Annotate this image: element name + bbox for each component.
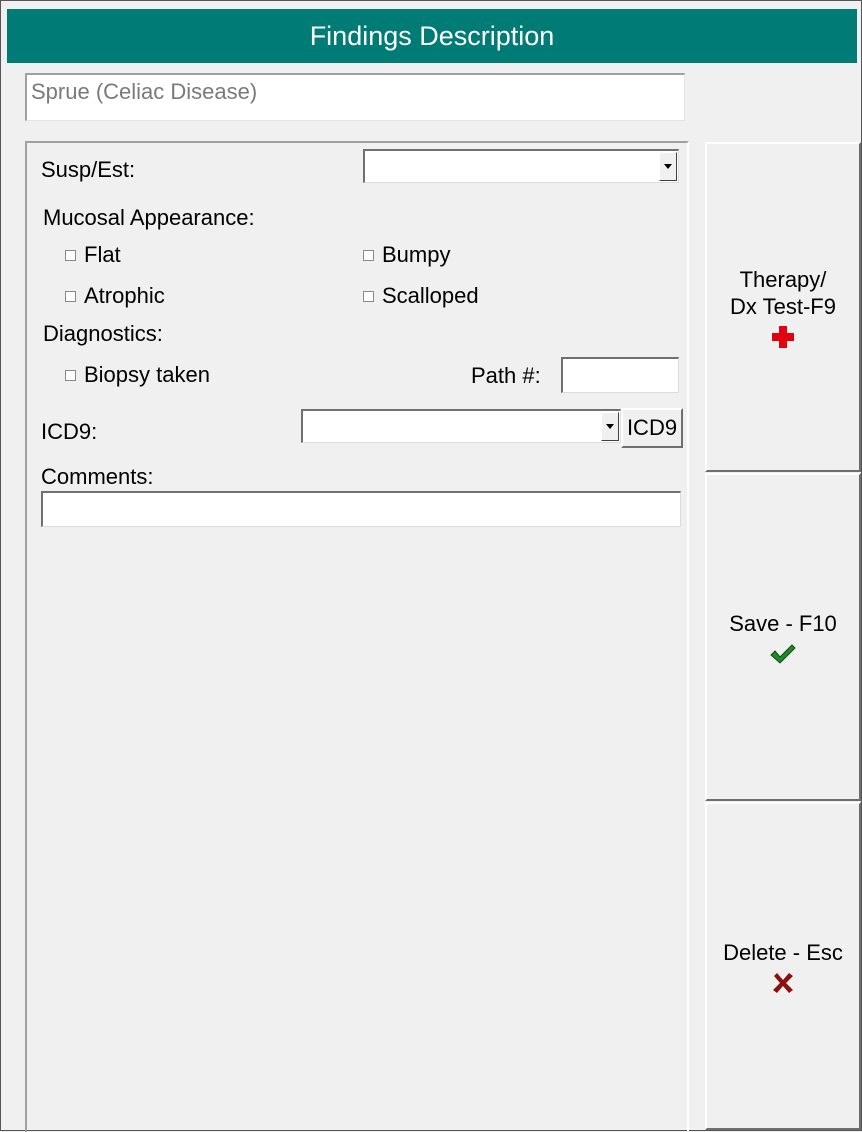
comments-label: Comments: [41,464,154,489]
flat-checkbox[interactable]: Flat [65,242,121,268]
checkbox-box[interactable] [363,290,374,302]
atrophic-checkbox[interactable]: Atrophic [65,283,165,309]
path-number-input[interactable] [561,357,679,393]
checkbox-box[interactable] [65,249,76,261]
delete-button[interactable]: Delete - Esc [705,802,861,1130]
biopsy-taken-label: Biopsy taken [84,362,210,387]
findings-form-panel: Susp/Est: Mucosal Appearance: Flat Bumpy… [25,141,689,1132]
comments-input[interactable] [41,491,681,527]
diagnosis-field[interactable]: Sprue (Celiac Disease) [25,73,685,121]
atrophic-label: Atrophic [84,283,165,308]
susp-est-label: Susp/Est: [41,157,136,182]
delete-label: Delete - Esc [723,939,843,965]
icd9-label: ICD9: [41,419,98,444]
scalloped-label: Scalloped [382,283,479,308]
scalloped-checkbox[interactable]: Scalloped [363,283,479,309]
susp-est-dropdown-button[interactable] [659,152,677,181]
biopsy-taken-checkbox[interactable]: Biopsy taken [65,362,210,388]
chevron-down-icon [606,424,614,429]
icd9-dropdown-button[interactable] [601,412,619,441]
icd9-dropdown[interactable] [301,409,621,443]
red-cross-icon [771,326,795,348]
path-number-label: Path #: [471,363,541,388]
save-label: Save - F10 [729,610,837,636]
icd9-lookup-label: ICD9 [626,415,678,440]
checkbox-box[interactable] [65,290,76,302]
bumpy-checkbox[interactable]: Bumpy [363,242,450,268]
chevron-down-icon [664,164,672,169]
therapy-label-line2: Dx Test-F9 [730,294,836,319]
bumpy-label: Bumpy [382,242,451,267]
window-title: Findings Description [7,9,857,63]
flat-label: Flat [84,242,121,267]
checkbox-box[interactable] [363,249,374,261]
therapy-dx-test-button[interactable]: Therapy/ Dx Test-F9 [705,142,861,472]
findings-window: Findings Description Sprue (Celiac Disea… [0,0,862,1132]
save-button[interactable]: Save - F10 [705,473,861,801]
diagnostics-label: Diagnostics: [43,321,163,346]
susp-est-dropdown[interactable] [363,149,679,183]
mucosal-appearance-label: Mucosal Appearance: [43,205,255,230]
checkmark-icon [770,643,796,665]
x-mark-icon [772,972,794,994]
therapy-label-line1: Therapy/ [739,267,827,292]
icd9-lookup-button[interactable]: ICD9 [621,408,683,448]
checkbox-box[interactable] [65,369,76,381]
